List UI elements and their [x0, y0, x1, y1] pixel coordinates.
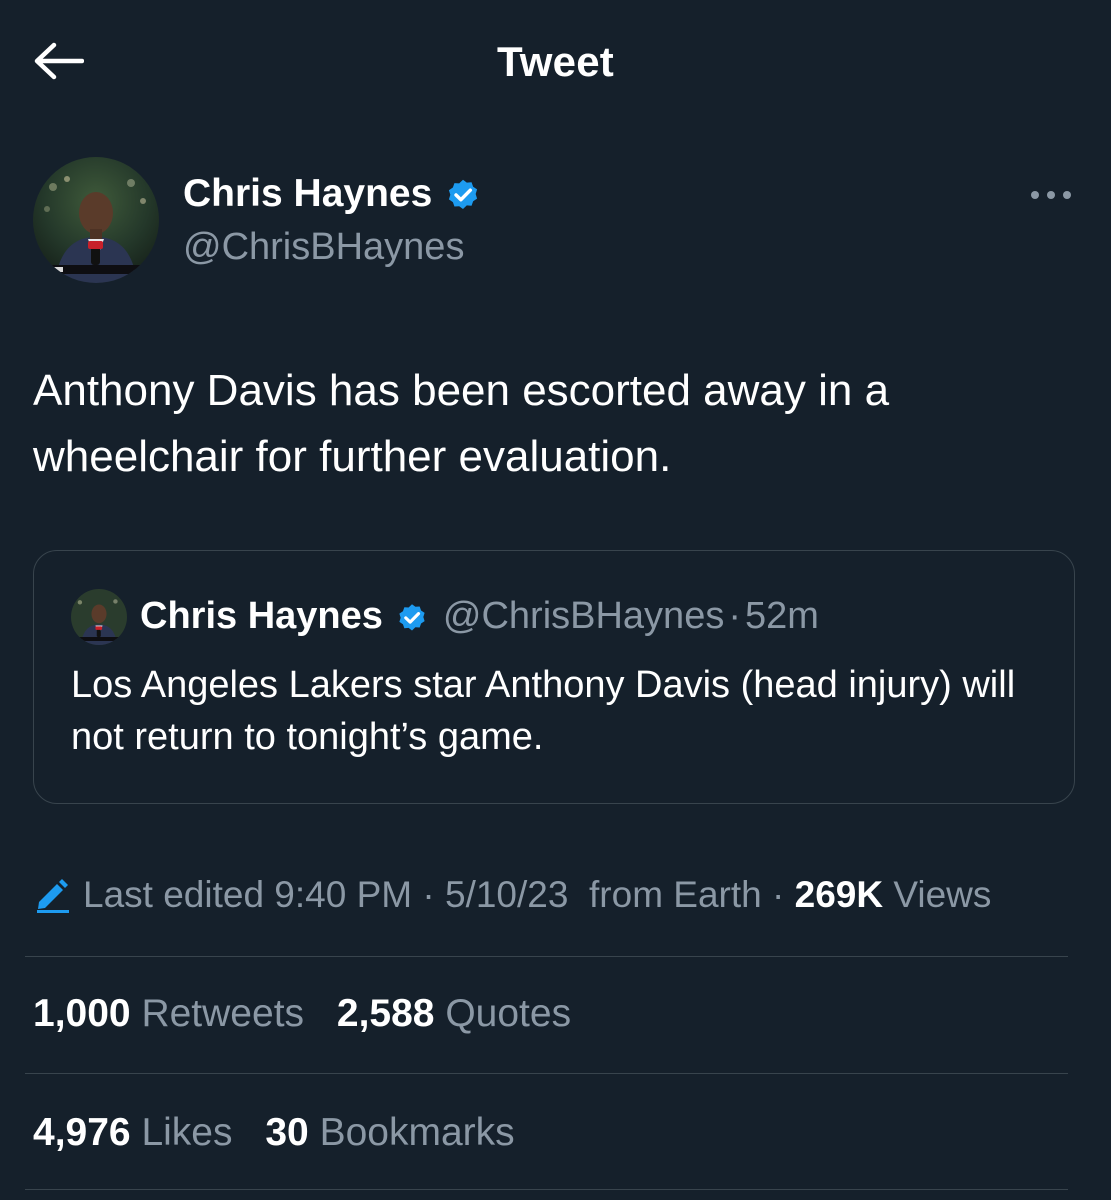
divider	[25, 1189, 1068, 1190]
last-edited-label[interactable]: Last edited 9:40 PM	[83, 874, 412, 915]
quoted-tweet-card[interactable]: Chris Haynes @ChrisBHaynes · 52m Los Ang…	[33, 550, 1075, 804]
divider	[25, 1073, 1068, 1074]
retweets-label: Retweets	[141, 992, 305, 1035]
more-horizontal-icon	[1031, 191, 1071, 199]
verified-badge-icon	[399, 603, 425, 630]
quoted-author-avatar	[71, 589, 127, 645]
pencil-icon[interactable]	[33, 873, 73, 913]
engagement-row-1: 1,000 Retweets 2,588 Quotes	[33, 992, 593, 1036]
retweets-stat[interactable]: 1,000 Retweets	[33, 992, 304, 1036]
quotes-label: Quotes	[445, 992, 572, 1035]
author-avatar[interactable]	[33, 157, 159, 283]
tweet-source: from Earth	[589, 874, 762, 915]
bookmarks-count: 30	[265, 1111, 309, 1154]
bookmarks-label: Bookmarks	[319, 1111, 515, 1154]
views-count: 269K	[794, 874, 884, 915]
tweet-date: 5/10/23	[445, 874, 569, 915]
author-handle[interactable]: @ChrisBHaynes	[183, 226, 464, 269]
likes-count: 4,976	[33, 1111, 131, 1154]
quoted-tweet-text: Los Angeles Lakers star Anthony Davis (h…	[71, 664, 1016, 758]
page-title: Tweet	[497, 38, 614, 85]
meta-separator: ·	[422, 874, 435, 915]
quotes-count: 2,588	[336, 992, 435, 1035]
likes-label: Likes	[141, 1111, 233, 1154]
author-name[interactable]: Chris Haynes	[183, 172, 482, 216]
bookmarks-stat[interactable]: 30 Bookmarks	[265, 1111, 514, 1155]
quotes-stat[interactable]: 2,588 Quotes	[337, 992, 571, 1036]
quoted-author-handle: @ChrisBHaynes	[442, 595, 725, 637]
divider	[25, 956, 1068, 957]
author-name-text: Chris Haynes	[183, 172, 433, 215]
verified-badge-icon	[449, 179, 478, 210]
likes-stat[interactable]: 4,976 Likes	[33, 1111, 233, 1155]
more-options-button[interactable]	[1026, 178, 1076, 212]
meta-separator: ·	[772, 874, 785, 915]
views-label: Views	[893, 874, 992, 915]
tweet-text: Anthony Davis has been escorted away in …	[33, 366, 890, 481]
top-bar: Tweet	[0, 0, 1111, 120]
quoted-tweet-time: 52m	[744, 595, 819, 637]
quoted-tweet-header: Chris Haynes @ChrisBHaynes · 52m	[140, 595, 819, 638]
engagement-row-2: 4,976 Likes 30 Bookmarks	[33, 1111, 537, 1155]
quoted-author-name: Chris Haynes	[140, 595, 383, 637]
retweets-count: 1,000	[33, 992, 131, 1035]
quoted-meta-separator: ·	[728, 595, 741, 637]
tweet-meta: Last edited 9:40 PM · 5/10/23 from Earth…	[33, 872, 1083, 918]
